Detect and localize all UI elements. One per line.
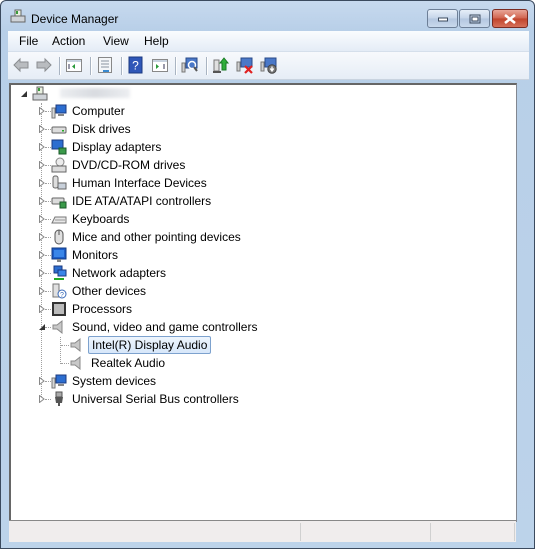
back-arrow-icon[interactable] [12, 56, 30, 74]
toolbar-separator [175, 57, 177, 75]
forward-arrow-icon[interactable] [35, 56, 53, 74]
disable-icon[interactable] [260, 56, 278, 74]
show-hide-action-pane-icon[interactable] [151, 56, 169, 74]
disk-drive-icon [51, 126, 67, 134]
ide-controller-icon [51, 197, 67, 209]
show-hide-console-tree-icon[interactable] [65, 56, 83, 74]
menu-help[interactable]: Help [144, 34, 169, 48]
properties-icon[interactable] [96, 56, 114, 74]
close-icon [504, 13, 516, 24]
tree-item-label: System devices [72, 374, 157, 388]
menu-file[interactable]: File [19, 34, 38, 48]
tree-item-label: DVD/CD-ROM drives [72, 158, 186, 172]
minimize-button[interactable] [427, 9, 458, 28]
tree-item-label: Other devices [72, 284, 147, 298]
tree-item-label: Disk drives [72, 122, 131, 136]
keyboard-icon [51, 216, 67, 224]
dvd-drive-icon [51, 157, 67, 173]
tree-item-label: IDE ATA/ATAPI controllers [72, 194, 212, 208]
computer-name-redacted [60, 88, 130, 98]
usb-icon [55, 391, 63, 406]
hid-icon [52, 175, 67, 190]
mouse-icon [54, 229, 64, 245]
minimize-icon [437, 17, 448, 21]
status-pane-2 [301, 523, 431, 541]
toolbar-separator [59, 57, 61, 75]
svg-text:?: ? [60, 292, 64, 299]
maximize-button[interactable] [459, 9, 490, 28]
menu-view[interactable]: View [103, 34, 129, 48]
tree-guide-line [61, 345, 69, 346]
menu-bar: File Action View Help [8, 31, 529, 52]
status-pane-1 [9, 523, 301, 541]
processor-icon [52, 302, 66, 316]
update-driver-icon[interactable] [212, 56, 230, 74]
collapse-arrow-icon[interactable] [20, 90, 28, 98]
tree-guide-line [61, 363, 69, 364]
device-manager-app-icon [10, 9, 26, 23]
toolbar-separator [90, 57, 92, 75]
menu-action[interactable]: Action [52, 34, 85, 48]
display-adapter-icon [51, 139, 67, 155]
status-bar [9, 520, 516, 542]
speaker-icon [52, 319, 63, 335]
toolbar: ? [8, 52, 529, 80]
close-button[interactable] [492, 9, 528, 28]
tree-item-label: Network adapters [72, 266, 167, 280]
toolbar-separator [206, 57, 208, 75]
tree-item-label: Sound, video and game controllers [72, 320, 258, 334]
tree-item-label: Intel(R) Display Audio [88, 336, 212, 354]
tree-item-label: Human Interface Devices [72, 176, 207, 190]
svg-text:?: ? [132, 59, 139, 73]
tree-item-label: Monitors [72, 248, 119, 262]
title-bar[interactable]: Device Manager [1, 1, 534, 31]
tree-item-label: Processors [72, 302, 133, 316]
tree-item-label: Universal Serial Bus controllers [72, 392, 239, 406]
maximize-icon [469, 14, 480, 23]
scan-hardware-icon[interactable] [181, 56, 199, 74]
tree-guide-line [60, 337, 61, 364]
computer-icon [51, 104, 67, 119]
monitor-icon [51, 247, 67, 262]
uninstall-icon[interactable] [236, 56, 254, 74]
status-pane-3 [431, 523, 515, 541]
tree-item-label: Realtek Audio [91, 356, 166, 370]
window-title: Device Manager [31, 12, 119, 26]
tree-item-label: Display adapters [72, 140, 162, 154]
tree-item-label: Computer [72, 104, 125, 118]
help-icon[interactable]: ? [127, 56, 145, 74]
computer-root-icon [32, 86, 48, 101]
speaker-icon [70, 355, 81, 371]
other-devices-icon: ? [52, 283, 67, 299]
speaker-icon [70, 337, 81, 353]
tree-item-label: Mice and other pointing devices [72, 230, 241, 244]
toolbar-separator [121, 57, 123, 75]
system-devices-icon [51, 374, 67, 389]
network-adapter-icon [53, 265, 67, 280]
tree-item-label: Keyboards [72, 212, 130, 226]
